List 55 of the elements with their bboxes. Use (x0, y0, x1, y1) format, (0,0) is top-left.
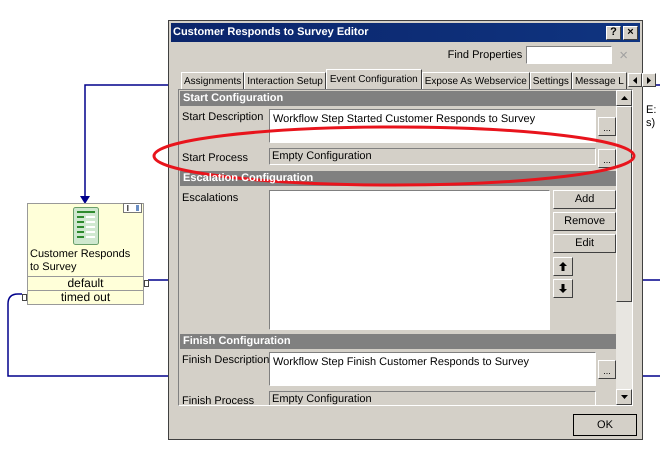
browse-button[interactable]: ... (598, 360, 616, 379)
close-button[interactable]: × (623, 26, 638, 40)
field-label: Escalations (181, 191, 240, 206)
connector-line (643, 375, 660, 377)
field-label: Finish Process (181, 394, 256, 405)
node-title: Customer Responds to Survey (29, 248, 132, 275)
text-area[interactable]: Workflow Step Finish Customer Responds to Survey (269, 352, 596, 386)
section-header: Finish Configuration (183, 334, 291, 349)
scroll-up-button[interactable] (616, 90, 632, 106)
tab-scroll-right-button[interactable] (642, 73, 656, 87)
browse-button[interactable]: ... (598, 149, 616, 168)
action-button[interactable]: Add (553, 190, 616, 209)
ok-button[interactable]: OK (573, 414, 637, 436)
input-field[interactable]: Empty Configuration (269, 391, 596, 405)
cut-off-text: E: (646, 104, 656, 117)
text-area[interactable]: Workflow Step Started Customer Responds to Survey (269, 109, 596, 143)
scroll-thumb[interactable] (616, 106, 632, 302)
scrollbar[interactable] (616, 90, 632, 405)
find-label: Find Properties (448, 48, 522, 63)
section-header: Start Configuration (183, 91, 284, 106)
window-title: Customer Responds to Survey Editor (173, 25, 369, 40)
field-label: Start Process (181, 151, 250, 166)
connector-line (148, 279, 168, 281)
move-up-button[interactable] (553, 257, 574, 276)
down-triangle-icon (620, 395, 628, 399)
output-port[interactable]: timed out (28, 290, 143, 304)
right-triangle-icon (646, 76, 651, 84)
cut-off-text: s) (646, 117, 656, 130)
move-down-button[interactable] (553, 279, 574, 298)
tab[interactable]: Event Configuration (326, 69, 422, 89)
left-triangle-icon (632, 76, 637, 84)
badge-icon (123, 203, 142, 213)
tab[interactable]: Settings (530, 72, 572, 89)
action-button[interactable]: Remove (553, 212, 616, 231)
port-connector-icon (144, 280, 149, 287)
connector-line (643, 279, 660, 281)
action-button[interactable]: Edit (553, 234, 616, 253)
find-field[interactable] (526, 46, 612, 64)
field-label: Finish Description (181, 353, 269, 368)
output-port[interactable]: default (28, 276, 143, 290)
document-icon (72, 207, 98, 245)
down-arrow-icon (559, 284, 568, 293)
tab[interactable]: Interaction Setup (244, 72, 326, 89)
tab[interactable]: Message L (572, 72, 627, 89)
up-triangle-icon (620, 96, 628, 100)
tab[interactable]: Expose As Webservice (422, 72, 530, 89)
help-button[interactable]: ? (606, 26, 621, 40)
scroll-down-button[interactable] (616, 389, 632, 405)
tab-scroll-left-button[interactable] (628, 73, 642, 87)
field-label: Start Description (181, 110, 264, 125)
up-arrow-icon (559, 262, 568, 271)
tab[interactable]: Assignments (181, 72, 244, 89)
browse-button[interactable]: ... (598, 117, 616, 136)
input-field[interactable]: Empty Configuration (269, 148, 596, 165)
port-connector-icon (22, 294, 27, 301)
